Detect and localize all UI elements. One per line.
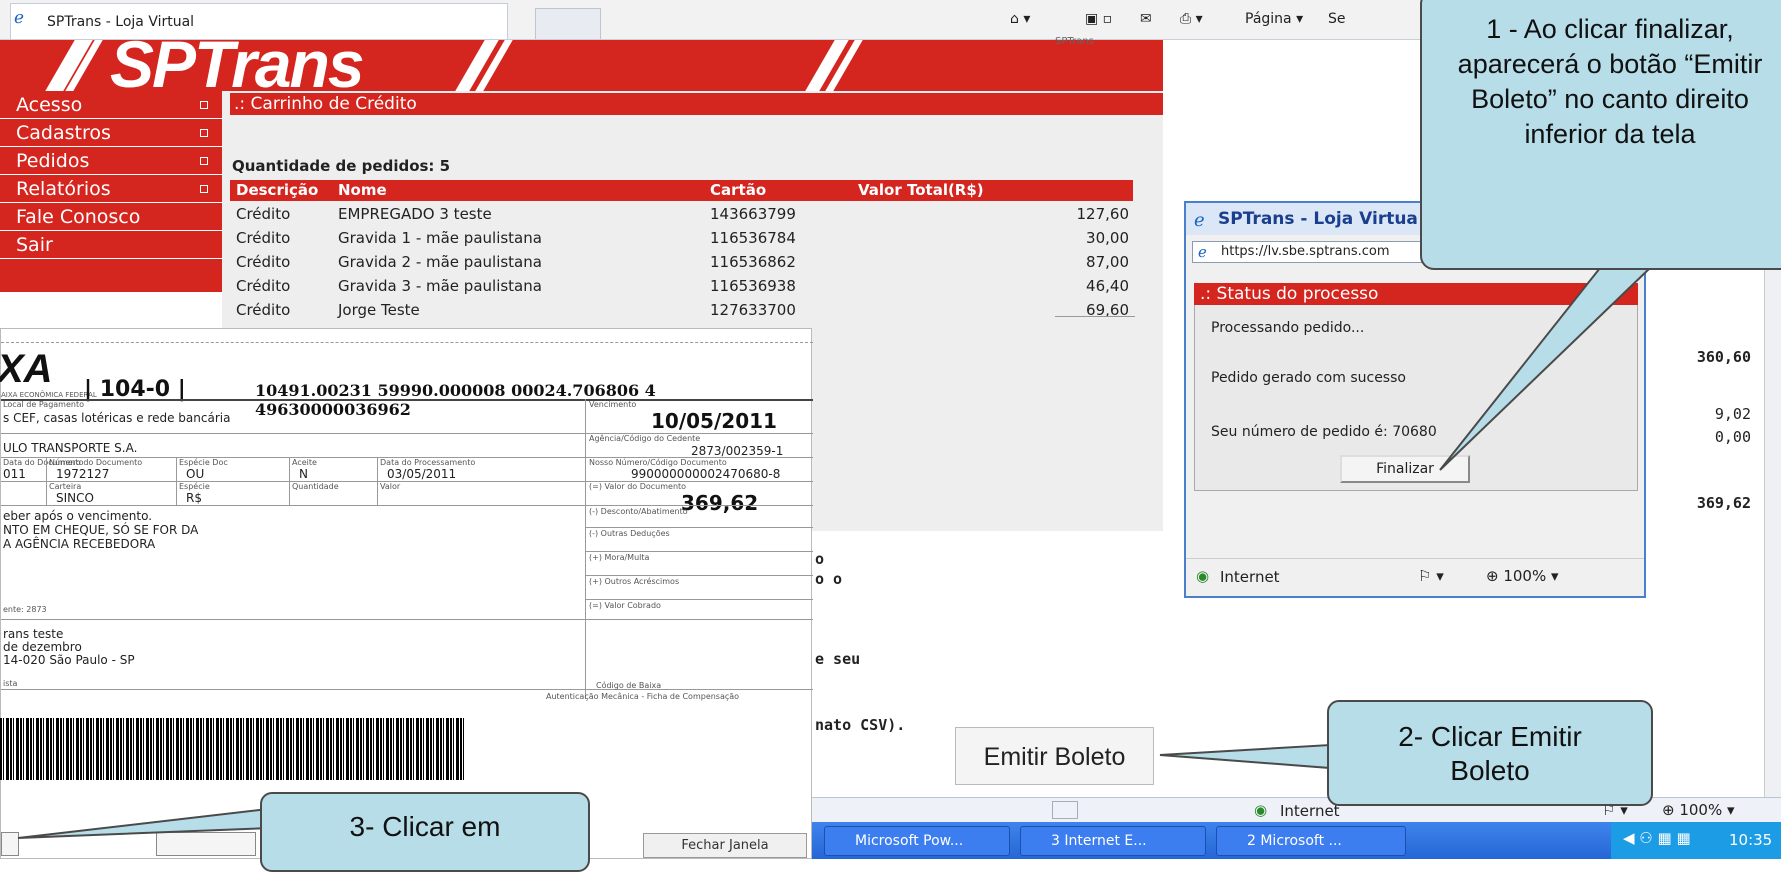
callout-3: 3- Clicar em: [260, 792, 590, 872]
callout-2: 2- Clicar Emitir Boleto: [1327, 700, 1653, 806]
callout-1: 1 - Ao clicar finalizar, aparecerá o bot…: [1420, 0, 1781, 270]
